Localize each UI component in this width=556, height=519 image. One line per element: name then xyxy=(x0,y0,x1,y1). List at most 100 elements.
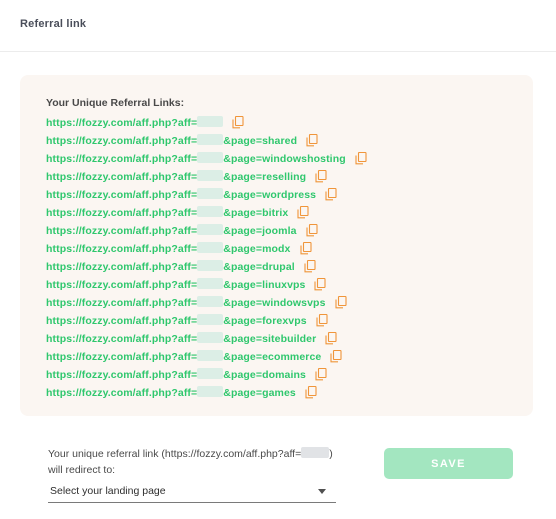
referral-link-text[interactable]: https://fozzy.com/aff.php?aff= &page=site… xyxy=(46,331,317,345)
referral-link-suffix: &page=reselling xyxy=(223,170,307,183)
referral-link-suffix: &page=games xyxy=(223,386,296,399)
referral-link-suffix: &page=shared xyxy=(223,134,298,147)
hidden-affiliate-id xyxy=(197,169,224,181)
referral-link-text[interactable]: https://fozzy.com/aff.php?aff= &page=linu… xyxy=(46,277,305,291)
referral-link-prefix: https://fozzy.com/aff.php?aff= xyxy=(46,188,198,201)
page-header: Referral link xyxy=(0,0,556,52)
referral-links-list: https://fozzy.com/aff.php?aff= https://fo… xyxy=(46,113,367,401)
redirect-note-text-before: Your unique referral link (https://fozzy… xyxy=(48,448,302,460)
referral-link-text[interactable]: https://fozzy.com/aff.php?aff= &page=fore… xyxy=(46,313,307,327)
referral-link-prefix: https://fozzy.com/aff.php?aff= xyxy=(46,386,198,399)
referral-link-row: https://fozzy.com/aff.php?aff= &page=wind… xyxy=(46,293,367,311)
referral-link-text[interactable]: https://fozzy.com/aff.php?aff= &page=game… xyxy=(46,385,296,399)
referral-link-row: https://fozzy.com/aff.php?aff= &page=drup… xyxy=(46,257,367,275)
referral-link-prefix: https://fozzy.com/aff.php?aff= xyxy=(46,368,198,381)
referral-links-heading: Your Unique Referral Links: xyxy=(46,97,185,109)
hidden-affiliate-id xyxy=(197,295,224,307)
referral-link-text[interactable]: https://fozzy.com/aff.php?aff= &page=bitr… xyxy=(46,205,289,219)
referral-link-prefix: https://fozzy.com/aff.php?aff= xyxy=(46,314,198,327)
referral-link-row: https://fozzy.com/aff.php?aff= &page=joom… xyxy=(46,221,367,239)
referral-link-suffix: &page=bitrix xyxy=(223,206,289,219)
referral-link-text[interactable]: https://fozzy.com/aff.php?aff= &page=shar… xyxy=(46,133,298,147)
referral-link-text[interactable]: https://fozzy.com/aff.php?aff= &page=doma… xyxy=(46,367,306,381)
copy-icon[interactable] xyxy=(355,151,367,165)
referral-link-row: https://fozzy.com/aff.php?aff= &page=site… xyxy=(46,329,367,347)
referral-link-suffix: &page=sitebuilder xyxy=(223,332,317,345)
referral-link-prefix: https://fozzy.com/aff.php?aff= xyxy=(46,206,198,219)
hidden-affiliate-id xyxy=(197,385,224,397)
referral-link-text[interactable]: https://fozzy.com/aff.php?aff= xyxy=(46,115,224,129)
hidden-affiliate-id xyxy=(301,447,330,458)
referral-link-text[interactable]: https://fozzy.com/aff.php?aff= &page=joom… xyxy=(46,223,297,237)
referral-link-prefix: https://fozzy.com/aff.php?aff= xyxy=(46,152,198,165)
copy-icon[interactable] xyxy=(304,259,316,273)
referral-link-row: https://fozzy.com/aff.php?aff= xyxy=(46,113,367,131)
page-title: Referral link xyxy=(20,18,87,30)
referral-link-page: Referral link Your Unique Referral Links… xyxy=(0,0,556,519)
hidden-affiliate-id xyxy=(197,313,224,325)
referral-link-row: https://fozzy.com/aff.php?aff= &page=wind… xyxy=(46,149,367,167)
referral-link-prefix: https://fozzy.com/aff.php?aff= xyxy=(46,278,198,291)
referral-link-prefix: https://fozzy.com/aff.php?aff= xyxy=(46,134,198,147)
hidden-affiliate-id xyxy=(197,151,224,163)
referral-link-row: https://fozzy.com/aff.php?aff= &page=word… xyxy=(46,185,367,203)
copy-icon[interactable] xyxy=(315,367,327,381)
hidden-affiliate-id xyxy=(197,241,224,253)
redirect-note: Your unique referral link (https://fozzy… xyxy=(48,446,338,478)
hidden-affiliate-id xyxy=(197,259,224,271)
copy-icon[interactable] xyxy=(325,187,337,201)
copy-icon[interactable] xyxy=(334,295,347,309)
copy-icon[interactable] xyxy=(330,349,342,363)
hidden-affiliate-id xyxy=(197,133,224,145)
landing-page-select-value: Select your landing page xyxy=(50,485,166,497)
copy-icon[interactable] xyxy=(305,385,317,399)
copy-icon[interactable] xyxy=(297,205,309,219)
referral-link-row: https://fozzy.com/aff.php?aff= &page=linu… xyxy=(46,275,367,293)
referral-link-row: https://fozzy.com/aff.php?aff= &page=shar… xyxy=(46,131,367,149)
referral-link-prefix: https://fozzy.com/aff.php?aff= xyxy=(46,332,198,345)
referral-link-row: https://fozzy.com/aff.php?aff= &page=doma… xyxy=(46,365,367,383)
referral-link-prefix: https://fozzy.com/aff.php?aff= xyxy=(46,116,198,129)
referral-link-text[interactable]: https://fozzy.com/aff.php?aff= &page=wind… xyxy=(46,295,326,309)
hidden-affiliate-id xyxy=(197,277,224,289)
referral-link-text[interactable]: https://fozzy.com/aff.php?aff= &page=drup… xyxy=(46,259,295,273)
copy-icon[interactable] xyxy=(325,331,337,345)
copy-icon[interactable] xyxy=(305,223,318,237)
referral-link-row: https://fozzy.com/aff.php?aff= &page=ecom… xyxy=(46,347,367,365)
referral-link-text[interactable]: https://fozzy.com/aff.php?aff= &page=wind… xyxy=(46,151,346,165)
hidden-affiliate-id xyxy=(197,187,224,199)
referral-link-suffix: &page=windowsvps xyxy=(223,296,326,309)
hidden-affiliate-id xyxy=(197,349,224,361)
copy-icon[interactable] xyxy=(299,241,312,255)
referral-link-row: https://fozzy.com/aff.php?aff= &page=game… xyxy=(46,383,367,401)
copy-icon[interactable] xyxy=(232,115,244,129)
referral-link-prefix: https://fozzy.com/aff.php?aff= xyxy=(46,224,198,237)
copy-icon[interactable] xyxy=(306,133,318,147)
referral-link-text[interactable]: https://fozzy.com/aff.php?aff= &page=rese… xyxy=(46,169,307,183)
referral-link-text[interactable]: https://fozzy.com/aff.php?aff= &page=word… xyxy=(46,187,317,201)
referral-link-suffix: &page=windowshosting xyxy=(223,152,346,165)
referral-links-panel: Your Unique Referral Links: https://fozz… xyxy=(20,75,533,416)
copy-icon[interactable] xyxy=(314,277,327,291)
referral-link-suffix: &page=modx xyxy=(223,242,291,255)
referral-link-prefix: https://fozzy.com/aff.php?aff= xyxy=(46,170,198,183)
referral-link-suffix: &page=domains xyxy=(223,368,306,381)
referral-link-text[interactable]: https://fozzy.com/aff.php?aff= &page=ecom… xyxy=(46,349,321,363)
referral-link-suffix: &page=forexvps xyxy=(223,314,307,327)
referral-link-row: https://fozzy.com/aff.php?aff= &page=bitr… xyxy=(46,203,367,221)
referral-link-row: https://fozzy.com/aff.php?aff= &page=modx xyxy=(46,239,367,257)
referral-link-row: https://fozzy.com/aff.php?aff= &page=rese… xyxy=(46,167,367,185)
copy-icon[interactable] xyxy=(316,313,328,327)
referral-link-suffix: &page=wordpress xyxy=(223,188,317,201)
save-button[interactable]: SAVE xyxy=(384,448,513,479)
hidden-affiliate-id xyxy=(197,331,224,343)
hidden-affiliate-id xyxy=(197,205,224,217)
copy-icon[interactable] xyxy=(315,169,327,183)
hidden-affiliate-id xyxy=(197,115,224,127)
referral-link-suffix: &page=joomla xyxy=(223,224,297,237)
referral-link-text[interactable]: https://fozzy.com/aff.php?aff= &page=modx xyxy=(46,241,291,255)
hidden-affiliate-id xyxy=(197,223,224,235)
referral-link-prefix: https://fozzy.com/aff.php?aff= xyxy=(46,260,198,273)
referral-link-row: https://fozzy.com/aff.php?aff= &page=fore… xyxy=(46,311,367,329)
landing-page-select[interactable]: Select your landing page xyxy=(48,482,336,503)
